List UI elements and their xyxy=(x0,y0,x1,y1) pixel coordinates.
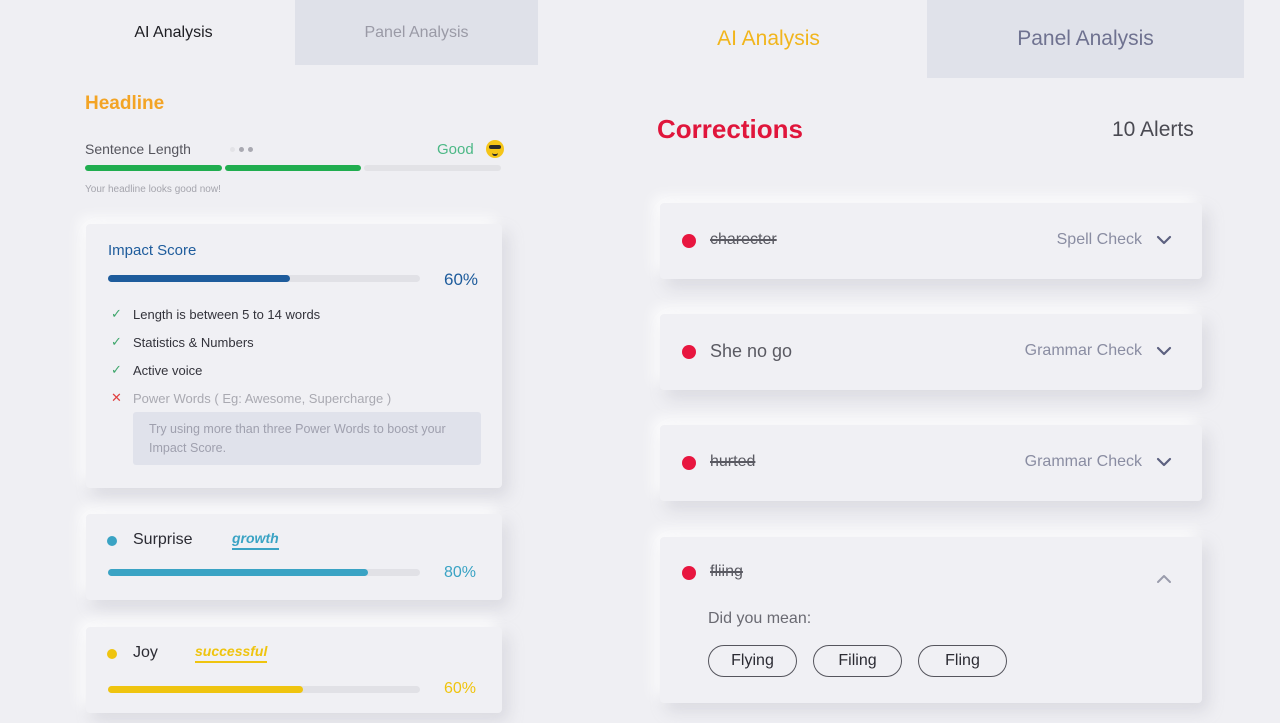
flagged-word: charecter xyxy=(710,231,777,248)
check-item: ✓ Length is between 5 to 14 words xyxy=(111,300,391,328)
chevron-down-icon[interactable] xyxy=(1156,456,1172,468)
suggestion-fling-button[interactable]: Fling xyxy=(918,645,1007,677)
emotion-bar-fill xyxy=(108,686,303,693)
correction-item[interactable]: charecter Spell Check xyxy=(660,203,1202,279)
impact-tip: Try using more than three Power Words to… xyxy=(133,412,481,465)
headline-hint: Your headline looks good now! xyxy=(85,184,221,195)
tab-panel-analysis[interactable]: Panel Analysis xyxy=(295,0,538,65)
correction-item[interactable]: hurted Grammar Check xyxy=(660,425,1202,501)
cross-icon: ✕ xyxy=(111,390,122,405)
left-panel: AI Analysis Panel Analysis Headline Sent… xyxy=(0,0,540,723)
meter-segment xyxy=(85,165,222,171)
headline-title: Headline xyxy=(85,93,165,114)
error-dot-icon xyxy=(682,234,696,248)
meter-segment xyxy=(364,165,502,171)
sentence-length-label: Sentence Length xyxy=(85,141,191,157)
suggestion-filing-button[interactable]: Filing xyxy=(813,645,902,677)
chevron-down-icon[interactable] xyxy=(1156,234,1172,246)
check-item-label: Power Words ( Eg: Awesome, Supercharge ) xyxy=(133,390,392,406)
check-item-label: Active voice xyxy=(133,362,203,378)
emotion-name: Surprise xyxy=(133,531,193,548)
sentence-length-status: Good xyxy=(437,141,474,158)
impact-score-bar xyxy=(108,275,420,282)
sunglasses-emoji-icon xyxy=(486,140,504,158)
emotion-word-link[interactable]: growth xyxy=(232,530,279,550)
check-item-label: Statistics & Numbers xyxy=(133,334,254,350)
chevron-down-icon[interactable] xyxy=(1156,345,1172,357)
emotion-card-joy: Joy successful 60% xyxy=(86,627,502,713)
check-icon: ✓ xyxy=(111,334,122,349)
sentence-length-meter xyxy=(85,165,502,171)
flagged-word: She no go xyxy=(710,341,793,361)
emotion-bar-fill xyxy=(108,569,368,576)
check-item-label: Length is between 5 to 14 words xyxy=(133,306,321,322)
emotion-percent: 80% xyxy=(444,564,477,581)
check-item: ✓ Active voice xyxy=(111,356,391,384)
tab-ai-analysis[interactable]: AI Analysis xyxy=(52,0,295,65)
impact-checklist: ✓ Length is between 5 to 14 words ✓ Stat… xyxy=(111,300,391,412)
did-you-mean-label: Did you mean: xyxy=(708,610,812,627)
meter-segment xyxy=(224,165,362,171)
check-icon: ✓ xyxy=(111,362,122,377)
suggestion-list: Flying Filing Fling xyxy=(708,645,1007,677)
emotion-dot xyxy=(107,649,117,659)
emotion-percent: 60% xyxy=(444,680,477,697)
impact-score-bar-fill xyxy=(108,275,290,282)
chevron-up-icon[interactable] xyxy=(1156,573,1171,585)
impact-score-card: Impact Score 60% ✓ Length is between 5 t… xyxy=(86,224,502,488)
error-dot-icon xyxy=(682,345,696,359)
left-tab-bar: AI Analysis Panel Analysis xyxy=(52,0,538,65)
error-dot-icon xyxy=(682,566,696,580)
flagged-word: fliing xyxy=(710,563,743,580)
correction-item[interactable]: She no go Grammar Check xyxy=(660,314,1202,390)
impact-score-percent: 60% xyxy=(444,270,479,289)
emotion-card-surprise: Surprise growth 80% xyxy=(86,514,502,600)
loading-dots-icon xyxy=(230,147,253,152)
emotion-name: Joy xyxy=(133,644,158,661)
check-item: ✓ Statistics & Numbers xyxy=(111,328,391,356)
impact-score-title: Impact Score xyxy=(108,242,197,259)
right-tab-bar: AI Analysis Panel Analysis xyxy=(610,0,1244,78)
check-type: Grammar Check xyxy=(1024,453,1142,470)
emotion-word-link[interactable]: successful xyxy=(195,643,268,663)
tab-ai-analysis[interactable]: AI Analysis xyxy=(610,0,927,78)
correction-item-expanded: fliing Did you mean: Flying Filing Fling xyxy=(660,537,1202,703)
flagged-word: hurted xyxy=(710,453,756,470)
alerts-count: 10 Alerts xyxy=(1112,118,1194,141)
corrections-title: Corrections xyxy=(657,114,803,144)
check-icon: ✓ xyxy=(111,306,122,321)
error-dot-icon xyxy=(682,456,696,470)
suggestion-flying-button[interactable]: Flying xyxy=(708,645,797,677)
check-type: Grammar Check xyxy=(1024,342,1142,359)
emotion-bar xyxy=(108,569,420,576)
tab-panel-analysis[interactable]: Panel Analysis xyxy=(927,0,1244,78)
emotion-bar xyxy=(108,686,420,693)
check-type: Spell Check xyxy=(1056,231,1142,248)
check-item: ✕ Power Words ( Eg: Awesome, Supercharge… xyxy=(111,384,391,412)
emotion-dot xyxy=(107,536,117,546)
